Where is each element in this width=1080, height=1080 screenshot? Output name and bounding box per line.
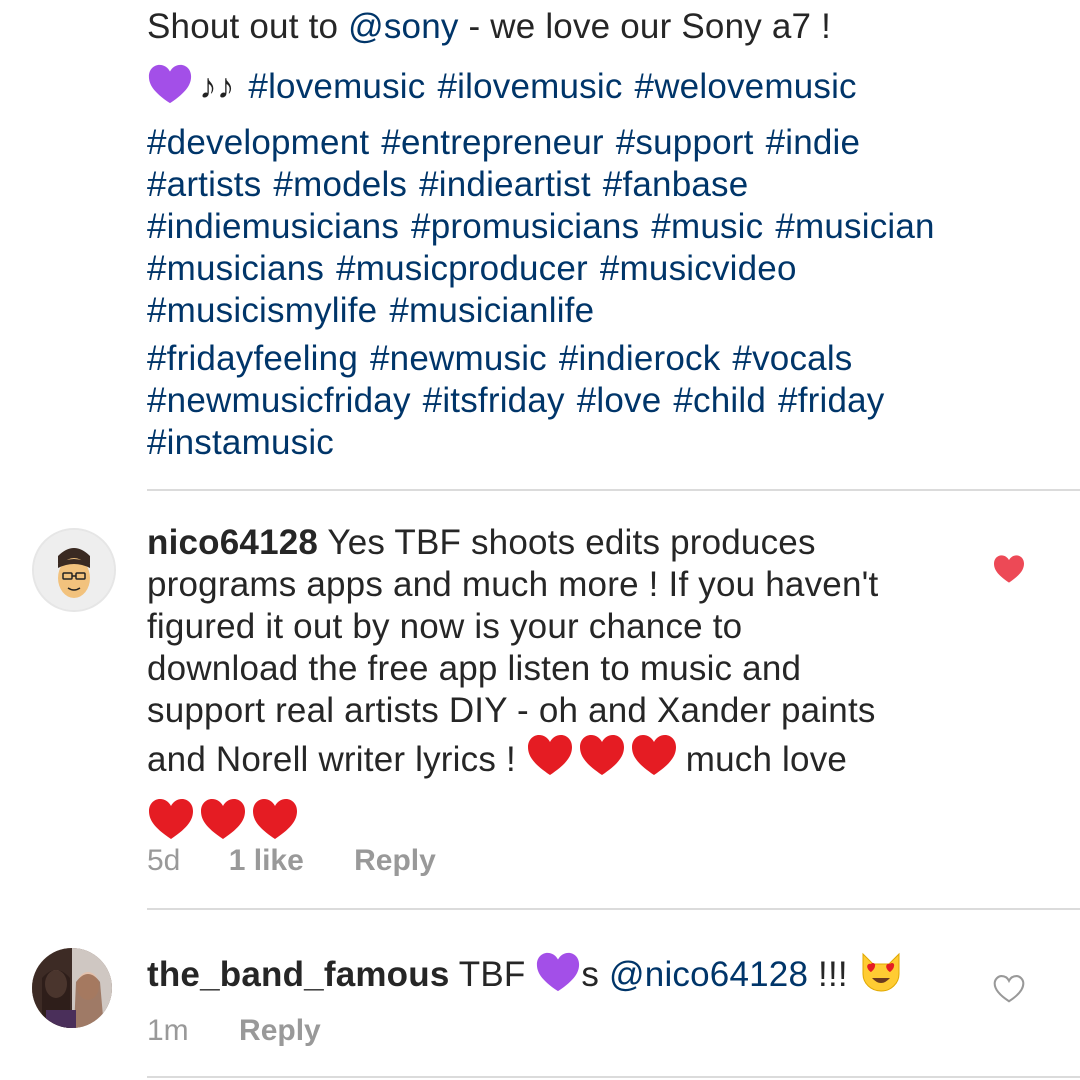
mention-link[interactable]: @nico64128 xyxy=(609,955,808,994)
hashtag-link[interactable]: #indieartist xyxy=(419,165,591,204)
hashtag-link[interactable]: #fanbase xyxy=(603,165,749,204)
avatar-face-icon xyxy=(34,530,114,610)
hashtag-line: #fridayfeeling #newmusic #indierock #vocals xyxy=(147,338,947,380)
comment-meta: 5d 1 like Reply xyxy=(147,844,436,878)
hashtag-link[interactable]: #musicismylife xyxy=(147,291,377,330)
hashtag-link[interactable]: #development xyxy=(147,123,369,162)
hashtag-link[interactable]: #promusicians xyxy=(411,207,639,246)
divider xyxy=(147,1076,1080,1078)
hashtag-link[interactable]: #musicianlife xyxy=(389,291,594,330)
hashtag-link[interactable]: #instamusic xyxy=(147,423,334,462)
hashtag-link[interactable]: #love xyxy=(577,381,662,420)
hashtag-link[interactable]: #welovemusic xyxy=(635,67,857,106)
hashtag-line: #musicismylife #musicianlife xyxy=(147,290,947,332)
heart-eyes-cat-icon xyxy=(858,950,904,1008)
hashtag-list: ♪♪ #lovemusic #ilovemusic #welovemusic #deve… xyxy=(147,60,947,464)
hashtag-link[interactable]: #friday xyxy=(778,381,884,420)
hashtag-line: #newmusicfriday #itsfriday #love #child #fri… xyxy=(147,380,947,422)
reply-button[interactable]: Reply xyxy=(239,1014,321,1048)
comment-timestamp: 5d xyxy=(147,844,181,877)
hashtag-link[interactable]: #support xyxy=(616,123,754,162)
hashtag-link[interactable]: #vocals xyxy=(732,339,852,378)
heart-outline-icon[interactable] xyxy=(992,974,1026,1004)
hashtag-link[interactable]: #indierock xyxy=(559,339,721,378)
avatar[interactable] xyxy=(32,948,112,1028)
comment-meta: 1m Reply xyxy=(147,1014,321,1048)
hashtag-link[interactable]: #ilovemusic xyxy=(437,67,622,106)
hashtag-link[interactable]: #music xyxy=(651,207,763,246)
caption-text: - we love our Sony a7 ! xyxy=(458,7,832,46)
comment-username[interactable]: nico64128 xyxy=(147,523,318,562)
divider xyxy=(147,489,1080,491)
music-notes-icon: ♪♪ xyxy=(199,67,235,106)
comment-text: support real artists DIY - oh and Xander… xyxy=(147,691,876,730)
hashtag-line: #indiemusicians #promusicians #music #music… xyxy=(147,206,947,248)
hashtag-link[interactable]: #musicvideo xyxy=(600,249,797,288)
hashtag-link[interactable]: #indie xyxy=(766,123,861,162)
hashtag-line: #musicians #musicproducer #musicvideo xyxy=(147,248,947,290)
comment-body: nico64128 Yes TBF shoots edits produces … xyxy=(147,522,878,860)
avatar[interactable] xyxy=(32,528,116,612)
caption-line-1: Shout out to @sony - we love our Sony a7… xyxy=(147,6,947,48)
hashtag-link[interactable]: #newmusicfriday xyxy=(147,381,411,420)
comment-text: download the free app listen to music an… xyxy=(147,649,802,688)
divider xyxy=(147,908,1080,910)
hashtag-link[interactable]: #musician xyxy=(775,207,934,246)
hashtag-line: #instamusic xyxy=(147,422,947,464)
like-count[interactable]: 1 like xyxy=(229,844,304,878)
hashtag-line: ♪♪ #lovemusic #ilovemusic #welovemusic xyxy=(147,60,947,122)
purple-heart-icon xyxy=(535,950,581,1008)
comment-text: figured it out by now is your chance to xyxy=(147,607,743,646)
hashtag-line: #artists #models #indieartist #fanbase xyxy=(147,164,947,206)
comment-timestamp: 1m xyxy=(147,1014,189,1047)
comment-text: !!! xyxy=(808,955,858,994)
hashtag-link[interactable]: #musicians xyxy=(147,249,324,288)
comment-text: programs apps and much more ! If you hav… xyxy=(147,565,879,604)
hashtag-link[interactable]: #artists xyxy=(147,165,261,204)
heart-filled-icon[interactable] xyxy=(992,554,1026,584)
mention-link[interactable]: @sony xyxy=(348,7,458,46)
hashtag-link[interactable]: #lovemusic xyxy=(248,67,425,106)
hashtag-link[interactable]: #newmusic xyxy=(370,339,547,378)
comment-text: Yes TBF shoots edits produces xyxy=(318,523,816,562)
hashtag-link[interactable]: #fridayfeeling xyxy=(147,339,358,378)
avatar-photo-icon xyxy=(32,948,112,1028)
red-heart-icon xyxy=(526,733,676,796)
hashtag-link[interactable]: #musicproducer xyxy=(336,249,588,288)
hashtag-link[interactable]: #entrepreneur xyxy=(381,123,603,162)
hashtag-link[interactable]: #child xyxy=(673,381,766,420)
comment-text: TBF xyxy=(449,955,536,994)
hashtag-link[interactable]: #indiemusicians xyxy=(147,207,399,246)
comment-username[interactable]: the_band_famous xyxy=(147,955,450,994)
purple-heart-icon xyxy=(147,62,193,122)
reply-button[interactable]: Reply xyxy=(354,844,436,878)
comment-text: much love xyxy=(675,740,848,779)
comment-text: s xyxy=(581,955,610,994)
comment-body: the_band_famous TBF s @nico64128 !!! xyxy=(147,950,904,1008)
caption-text: Shout out to xyxy=(147,7,349,46)
hashtag-line: #development #entrepreneur #support #indie xyxy=(147,122,947,164)
hashtag-link[interactable]: #itsfriday xyxy=(423,381,565,420)
hashtag-link[interactable]: #models xyxy=(273,165,407,204)
comment-text: and Norell writer lyrics ! xyxy=(147,740,526,779)
post-caption: Shout out to @sony - we love our Sony a7… xyxy=(147,6,947,464)
